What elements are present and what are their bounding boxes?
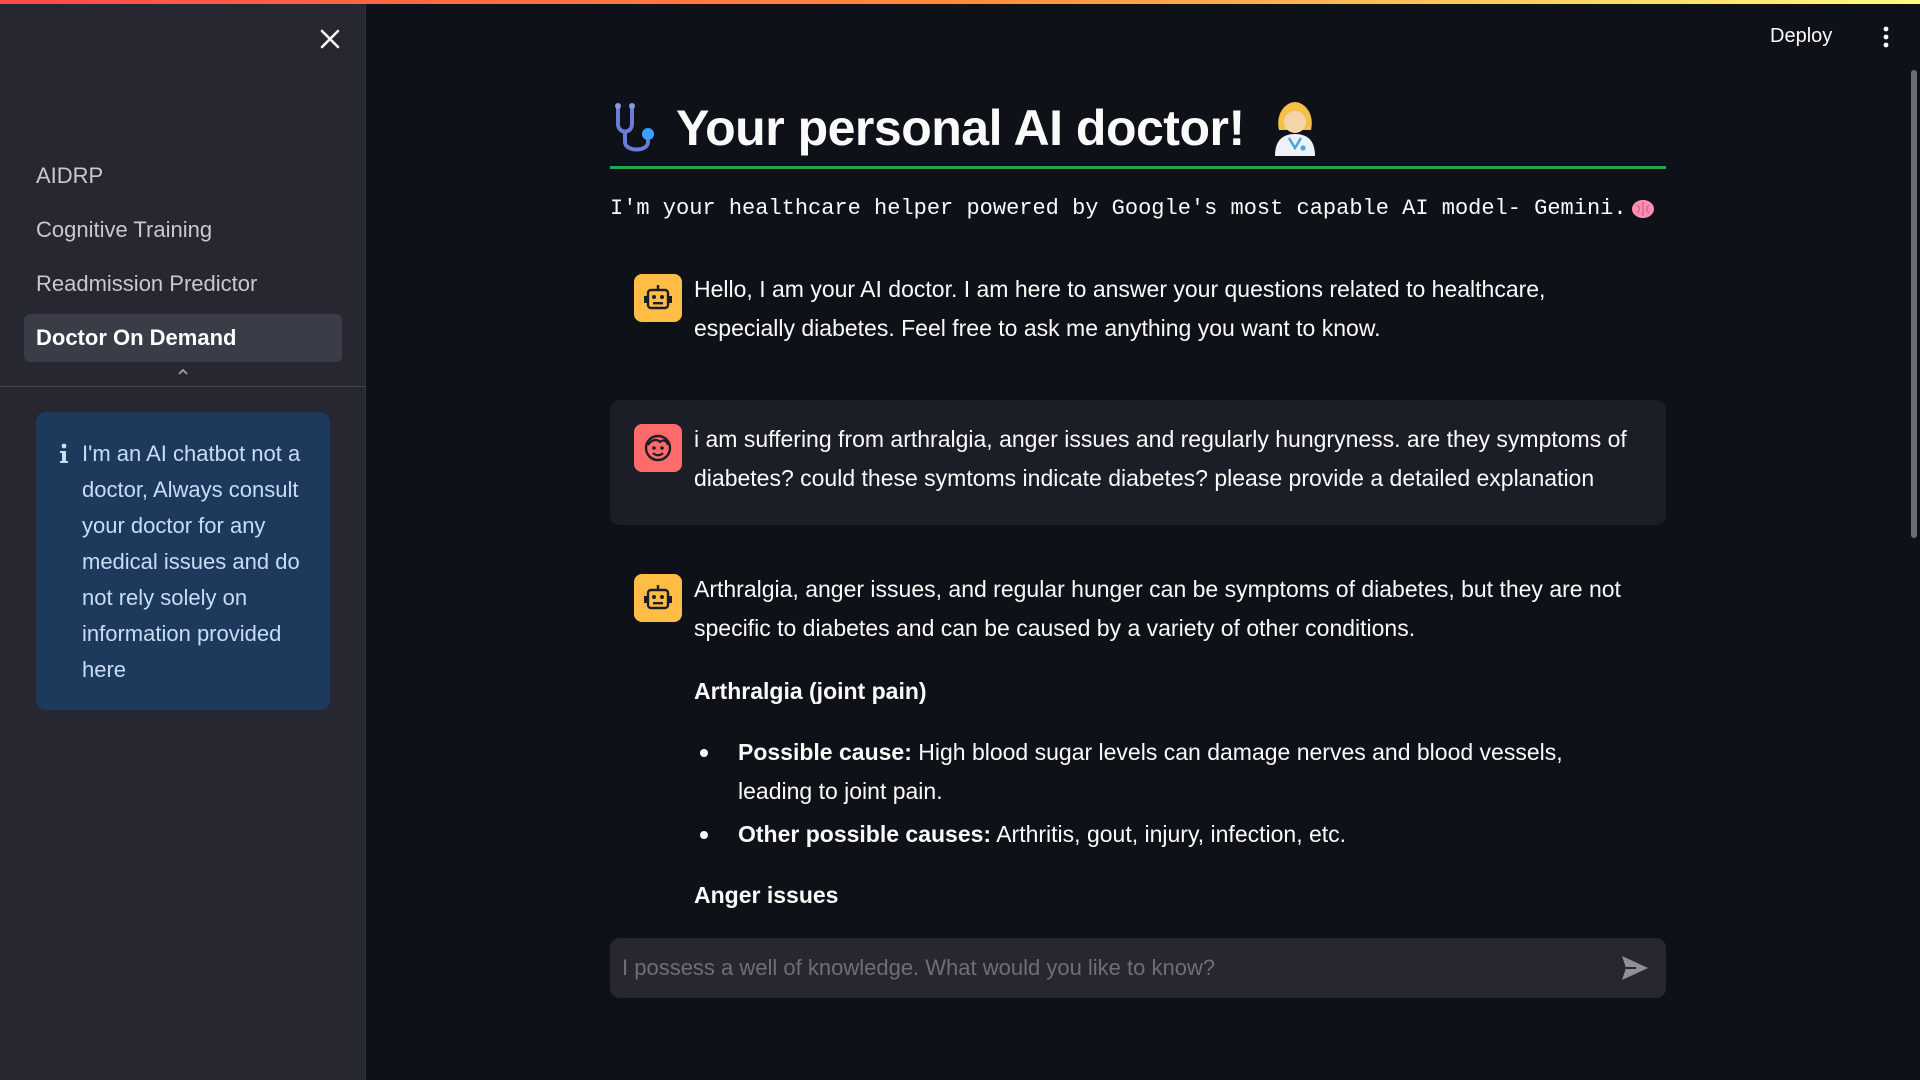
message-text: i am suffering from arthralgia, anger is… [694,426,1627,491]
chat-message-assistant: Arthralgia, anger issues, and regular hu… [610,570,1666,930]
smiley-user-icon [644,434,672,462]
bot-avatar [634,274,682,322]
bullet-text: Arthritis, gout, injury, infection, etc. [991,821,1347,847]
sidebar-nav: AIDRP Cognitive Training Readmission Pre… [24,152,342,368]
send-icon[interactable] [1620,954,1650,982]
brain-icon [1631,199,1654,218]
message-text: Hello, I am your AI doctor. I am here to… [694,276,1546,341]
bullet-label: Other possible causes: [738,821,992,847]
message-text: Arthralgia, anger issues, and regular hu… [694,570,1634,937]
bullet-label: Possible cause: [738,739,912,765]
info-icon [60,443,68,463]
robot-icon [644,585,672,610]
sidebar-item-cognitive-training[interactable]: Cognitive Training [24,206,342,254]
section-heading-arthralgia: Arthralgia (joint pain) [694,678,927,704]
subtitle-text: I'm your healthcare helper powered by Go… [610,196,1627,221]
close-icon[interactable] [315,24,345,54]
deploy-button[interactable]: Deploy [1770,22,1832,50]
scrollbar[interactable] [1911,70,1917,538]
sidebar-item-readmission-predictor[interactable]: Readmission Predictor [24,260,342,308]
list-item: Possible cause: High blood sugar levels … [694,733,1634,811]
sidebar: AIDRP Cognitive Training Readmission Pre… [0,0,366,1080]
chat-input[interactable] [622,938,1602,998]
section-heading-anger-issues: Anger issues [694,882,839,908]
kebab-menu-icon[interactable] [1880,24,1892,50]
bullet-list: Possible cause: High blood sugar levels … [694,733,1634,854]
list-item: Other possible causes: Arthritis, gout, … [694,815,1634,854]
disclaimer-text: I'm an AI chatbot not a doctor, Always c… [82,441,301,682]
chat-message-user: i am suffering from arthralgia, anger is… [610,400,1666,525]
doctor-emoji-icon [1274,102,1315,156]
sidebar-item-doctor-on-demand[interactable]: Doctor On Demand [24,314,342,362]
bot-avatar [634,574,682,622]
chevron-up-icon[interactable] [175,366,191,378]
subtitle: I'm your healthcare helper powered by Go… [610,196,1666,221]
title-row: Your personal AI doctor! [610,88,1666,168]
page-title: Your personal AI doctor! [676,100,1245,156]
top-decoration-stripe [0,0,1920,4]
chat-message-assistant: Hello, I am your AI doctor. I am here to… [610,270,1666,380]
robot-icon [644,285,672,310]
response-intro: Arthralgia, anger issues, and regular hu… [694,576,1621,641]
user-avatar [634,424,682,472]
stethoscope-icon [615,103,654,152]
sidebar-item-aidrp[interactable]: AIDRP [24,152,342,200]
chat-input-container [610,938,1666,998]
sidebar-divider [0,386,366,387]
title-divider [610,166,1666,169]
disclaimer-info-box: I'm an AI chatbot not a doctor, Always c… [36,412,330,710]
